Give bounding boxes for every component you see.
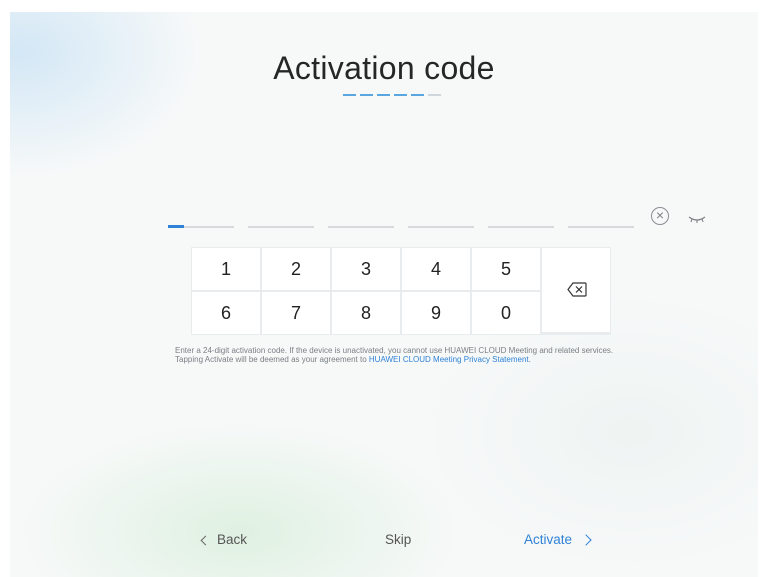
chevron-left-icon xyxy=(200,535,211,545)
progress-indicator xyxy=(343,94,441,96)
key-1[interactable]: 1 xyxy=(192,248,260,290)
code-group-5[interactable] xyxy=(488,226,554,228)
eye-closed-icon[interactable] xyxy=(688,215,706,223)
key-5[interactable]: 5 xyxy=(472,248,540,290)
back-button[interactable]: Back xyxy=(200,532,248,547)
activate-button[interactable]: Activate xyxy=(524,532,592,547)
chevron-right-icon xyxy=(580,533,592,546)
code-group-3[interactable] xyxy=(328,226,394,228)
back-label: Back xyxy=(217,532,248,547)
activation-code-field[interactable] xyxy=(168,225,638,236)
clear-circle-icon[interactable]: × xyxy=(651,207,669,225)
key-2[interactable]: 2 xyxy=(262,248,330,290)
progress-step xyxy=(343,94,356,96)
progress-step xyxy=(394,94,407,96)
activation-notice: Enter a 24-digit activation code. If the… xyxy=(175,346,625,364)
activate-label: Activate xyxy=(524,532,573,547)
progress-step xyxy=(428,94,441,96)
key-6[interactable]: 6 xyxy=(192,292,260,334)
delete-key[interactable] xyxy=(542,248,610,332)
numeric-keypad: 1 2 3 4 5 6 7 8 9 0 xyxy=(191,247,611,335)
progress-step xyxy=(377,94,390,96)
key-9[interactable]: 9 xyxy=(402,292,470,334)
key-3[interactable]: 3 xyxy=(332,248,400,290)
code-group-4[interactable] xyxy=(408,226,474,228)
progress-step xyxy=(411,94,424,96)
page-title: Activation code xyxy=(273,50,495,86)
code-group-6[interactable] xyxy=(568,226,634,228)
code-group-1[interactable] xyxy=(168,225,234,228)
code-group-2[interactable] xyxy=(248,226,314,228)
backspace-icon xyxy=(567,282,587,297)
privacy-statement-link[interactable]: HUAWEI CLOUD Meeting Privacy Statement xyxy=(369,355,529,364)
key-4[interactable]: 4 xyxy=(402,248,470,290)
notice-end: . xyxy=(528,355,531,364)
activation-screen: Activation code × 1 2 3 4 5 6 7 8 9 0 En… xyxy=(10,12,758,577)
progress-step xyxy=(360,94,373,96)
skip-button[interactable]: Skip xyxy=(385,532,411,547)
key-0[interactable]: 0 xyxy=(472,292,540,334)
key-8[interactable]: 8 xyxy=(332,292,400,334)
key-7[interactable]: 7 xyxy=(262,292,330,334)
